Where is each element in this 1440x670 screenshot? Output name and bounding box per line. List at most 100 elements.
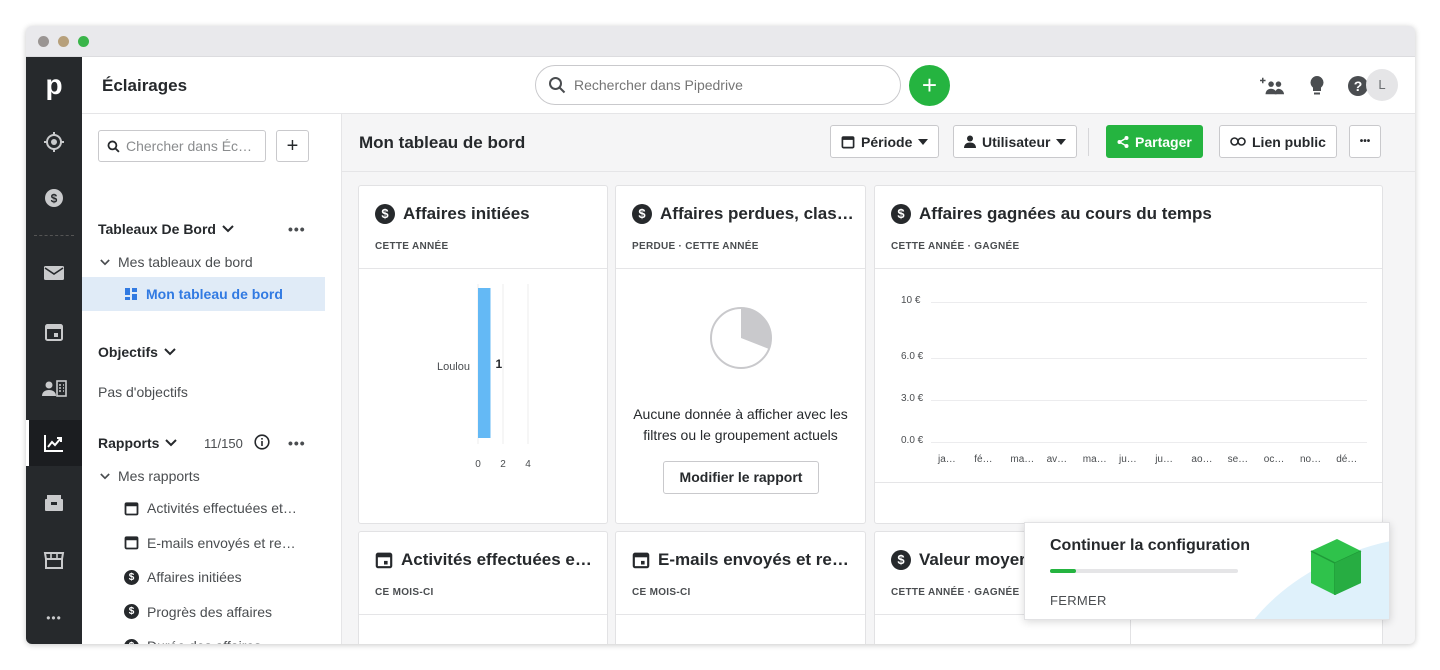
nav-products[interactable] xyxy=(26,480,82,526)
category-label: Loulou xyxy=(437,361,470,373)
popup-close-button[interactable]: FERMER xyxy=(1050,593,1107,608)
nav-marketplace[interactable] xyxy=(26,537,82,583)
period-filter-button[interactable]: Période xyxy=(830,125,940,158)
report-card-affaires-perdues[interactable]: $ Affaires perdues, clas… PERDUE · CETTE … xyxy=(615,185,866,524)
calendar-icon xyxy=(124,501,139,515)
card-title: Affaires initiées xyxy=(403,204,530,223)
svg-text:?: ? xyxy=(1354,78,1363,94)
sidebar-item-label: Durée des affaires xyxy=(147,638,261,644)
dashboard-more-button[interactable]: ••• xyxy=(1349,125,1381,158)
nav-mail[interactable] xyxy=(26,250,82,296)
info-icon[interactable] xyxy=(254,434,270,450)
sidebar-report-item[interactable]: E-mails envoyés et re… xyxy=(82,526,325,560)
card-subtitle: PERDUE · CETTE ANNÉE xyxy=(632,241,759,252)
setup-progress-fill xyxy=(1050,569,1077,573)
public-link-button[interactable]: Lien public xyxy=(1219,125,1337,158)
x-tick-label: 4 xyxy=(525,459,531,470)
card-title: E-mails envoyés et re… xyxy=(658,550,849,569)
gridline xyxy=(931,442,1367,443)
card-title: Valeur moyer xyxy=(919,550,1026,569)
dollar-icon: $ xyxy=(124,569,139,585)
nav-insights[interactable] xyxy=(26,420,82,466)
report-card-affaires-initiees[interactable]: $ Affaires initiées CETTE ANNÉE 0 2 4 1 Loulo… xyxy=(358,185,608,524)
report-card-emails[interactable]: E-mails envoyés et re… CE MOIS-CI xyxy=(615,531,866,644)
app-window: p $ ••• Éclairages Rechercher dans Piped… xyxy=(26,26,1415,644)
reports-more-button[interactable]: ••• xyxy=(288,435,306,451)
modify-report-button[interactable]: Modifier le rapport xyxy=(663,461,819,494)
sidebar-report-item[interactable]: $ Affaires initiées xyxy=(82,560,325,594)
no-goals-text: Pas d'objectifs xyxy=(98,384,188,400)
dollar-icon: $ xyxy=(891,550,911,570)
main-nav: p $ ••• xyxy=(26,57,82,644)
x-tick-label: se… xyxy=(1227,454,1249,465)
gridline xyxy=(931,302,1367,303)
search-icon xyxy=(107,140,120,153)
add-dashboard-button[interactable]: + xyxy=(276,130,309,162)
calendar-icon xyxy=(632,552,650,569)
x-tick-label: ja… xyxy=(938,454,956,465)
plus-icon: + xyxy=(921,70,938,100)
page-title: Éclairages xyxy=(102,76,188,95)
window-dot-maximize[interactable] xyxy=(78,36,89,47)
plus-icon: + xyxy=(286,135,299,157)
insights-icon xyxy=(44,435,63,452)
empty-state-line1: Aucune donnée à afficher avec les xyxy=(633,406,848,422)
popup-illustration xyxy=(1254,539,1389,619)
my-dashboards-label: Mes tableaux de bord xyxy=(118,254,253,270)
pipedrive-logo[interactable]: p xyxy=(26,69,82,101)
report-card-activites[interactable]: Activités effectuées e… CE MOIS-CI xyxy=(358,531,608,644)
tips-button[interactable] xyxy=(1305,74,1329,98)
window-titlebar xyxy=(26,26,1415,57)
x-tick-label: ju… xyxy=(1119,454,1137,465)
nav-contacts[interactable] xyxy=(26,365,82,411)
quick-add-button[interactable]: + xyxy=(909,65,950,106)
sidebar-report-item[interactable]: $ Durée des affaires xyxy=(82,629,325,644)
sidebar-item-label: E-mails envoyés et re… xyxy=(147,534,296,551)
card-title: Affaires perdues, clas… xyxy=(660,204,854,223)
dashboards-section-title: Tableaux De Bord xyxy=(98,221,216,237)
user-filter-button[interactable]: Utilisateur xyxy=(953,125,1078,158)
nav-leads[interactable] xyxy=(26,119,82,165)
window-dot-minimize[interactable] xyxy=(58,36,69,47)
goals-section-toggle[interactable]: Objectifs xyxy=(98,344,176,360)
goals-section-title: Objectifs xyxy=(98,344,158,360)
reports-section-title: Rapports xyxy=(98,435,160,451)
calendar-icon xyxy=(45,324,63,341)
sidebar-report-item[interactable]: $ Progrès des affaires xyxy=(82,595,325,629)
share-button[interactable]: Partager xyxy=(1106,125,1203,158)
global-search-input[interactable] xyxy=(574,77,874,93)
user-avatar[interactable]: L xyxy=(1366,69,1398,101)
setup-progress-popup[interactable]: Continuer la configuration FERMER xyxy=(1024,522,1390,620)
window-dot-close[interactable] xyxy=(38,36,49,47)
y-tick-label: 3.0 € xyxy=(901,393,924,404)
gridline xyxy=(931,358,1367,359)
nav-deals[interactable]: $ xyxy=(26,175,82,221)
card-subtitle: CE MOIS-CI xyxy=(632,587,691,598)
chevron-down-icon xyxy=(100,472,110,479)
nav-activities[interactable] xyxy=(26,309,82,355)
my-dashboards-toggle[interactable]: Mes tableaux de bord xyxy=(100,254,253,270)
sidebar-item-mon-tableau-de-bord[interactable]: Mon tableau de bord xyxy=(82,277,325,311)
my-reports-toggle[interactable]: Mes rapports xyxy=(100,468,200,484)
report-card-affaires-gagnees[interactable]: $ Affaires gagnées au cours du temps CETT… xyxy=(874,185,1383,524)
invite-users-icon xyxy=(1260,77,1284,95)
sidebar-report-item[interactable]: Activités effectuées et… xyxy=(82,491,325,525)
chevron-down-icon xyxy=(165,439,178,447)
calendar-icon xyxy=(841,135,855,148)
invite-users-button[interactable] xyxy=(1260,74,1284,98)
nav-more[interactable]: ••• xyxy=(26,595,82,641)
dollar-icon: $ xyxy=(124,638,139,644)
deals-started-chart: 0 2 4 1 Loulou xyxy=(437,284,531,470)
insights-sidebar: Chercher dans Éc… + Tableaux De Bord •••… xyxy=(82,114,342,644)
share-icon xyxy=(1117,135,1129,148)
dashboards-section-toggle[interactable]: Tableaux De Bord xyxy=(98,221,234,237)
reports-section-toggle[interactable]: Rapports xyxy=(98,435,178,451)
bar-value-label: 1 xyxy=(496,357,503,371)
card-subtitle: CETTE ANNÉE xyxy=(375,241,449,252)
dashboards-more-button[interactable]: ••• xyxy=(288,221,306,237)
sidebar-search[interactable]: Chercher dans Éc… xyxy=(98,130,266,162)
popup-title: Continuer la configuration xyxy=(1050,537,1250,554)
dollar-icon: $ xyxy=(632,204,652,224)
target-icon xyxy=(44,132,64,152)
global-search[interactable] xyxy=(535,65,901,105)
